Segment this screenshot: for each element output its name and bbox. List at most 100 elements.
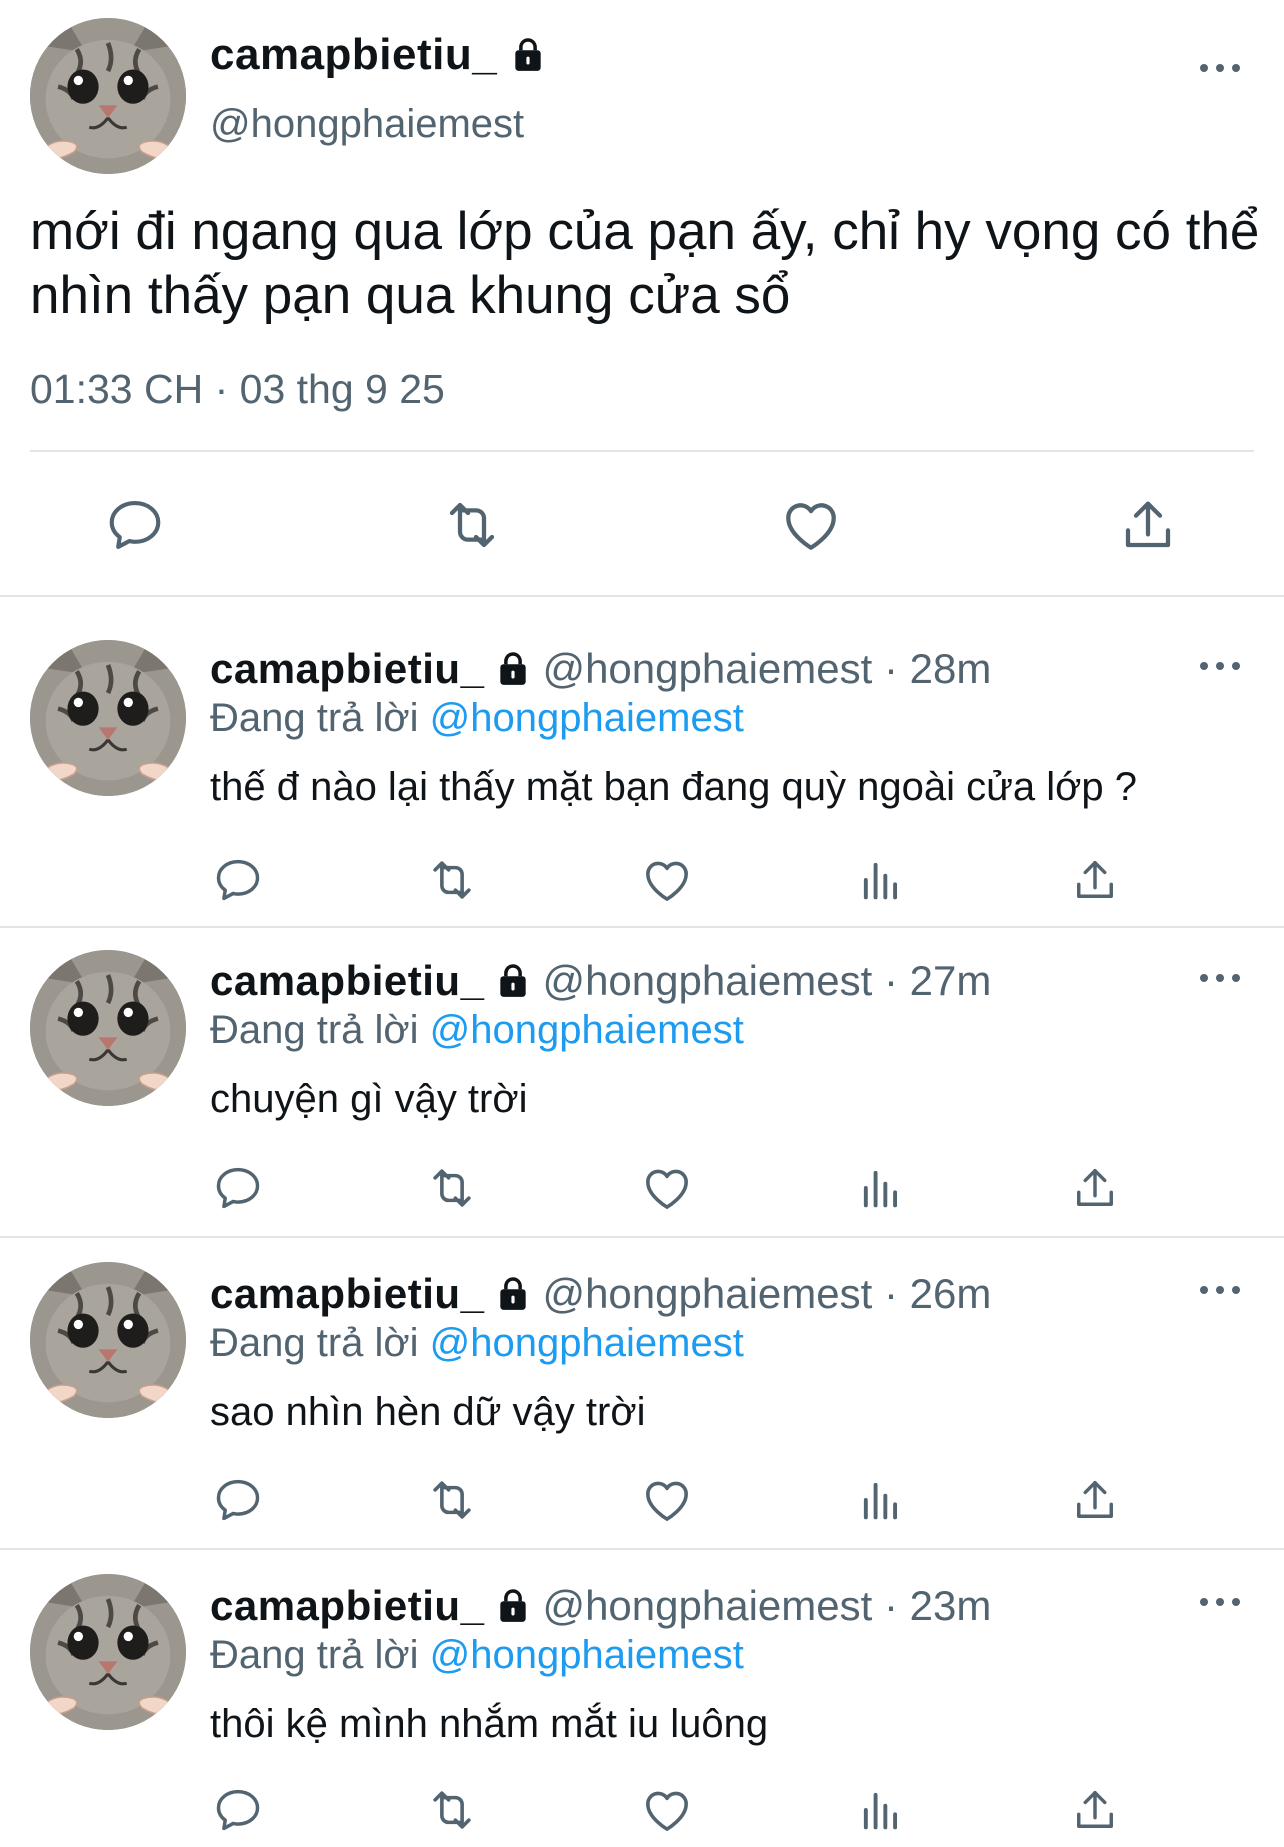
share-icon (1116, 493, 1180, 557)
reply-icon (212, 1474, 264, 1526)
like-button[interactable] (776, 490, 846, 560)
heart-icon (779, 493, 843, 557)
reply-text: sao nhìn hèn dữ vậy trời (210, 1390, 646, 1434)
lock-icon (494, 1586, 532, 1626)
display-name[interactable]: camapbietiu_ (210, 957, 484, 1005)
more-options-icon[interactable] (1196, 656, 1244, 676)
stats-button[interactable] (851, 1158, 911, 1218)
retweet-icon (425, 853, 479, 907)
share-icon (1069, 1784, 1121, 1836)
tweet-timestamp[interactable]: 01:33 CH · 03 thg 9 25 (30, 366, 445, 413)
avatar[interactable] (30, 18, 186, 174)
share-icon (1069, 1474, 1121, 1526)
like-button[interactable] (637, 1158, 697, 1218)
heart-icon (640, 853, 694, 907)
more-options-icon[interactable] (1196, 58, 1244, 78)
replying-to: Đang trả lời @hongphaiemest (210, 1008, 744, 1053)
avatar[interactable] (30, 640, 186, 796)
stats-icon (855, 1162, 907, 1214)
replying-to-mention[interactable]: @hongphaiemest (430, 1633, 744, 1677)
heart-icon (640, 1473, 694, 1527)
tweet-text: mới đi ngang qua lớp của pạn ấy, chỉ hy … (30, 202, 1260, 325)
replying-to-label: Đang trả lời (210, 1008, 419, 1052)
like-button[interactable] (637, 1780, 697, 1840)
share-icon (1069, 1162, 1121, 1214)
share-icon (1069, 854, 1121, 906)
divider (0, 595, 1284, 597)
user-handle[interactable]: @hongphaiemest (210, 102, 524, 147)
retweet-icon (425, 1783, 479, 1837)
handle-and-time[interactable]: @hongphaiemest · 26m (542, 1270, 991, 1318)
reply-text: chuyện gì vậy trời (210, 1077, 528, 1121)
reply-button[interactable] (208, 1780, 268, 1840)
more-options-icon[interactable] (1196, 968, 1244, 988)
lock-icon (494, 649, 532, 689)
handle-and-time[interactable]: @hongphaiemest · 23m (542, 1582, 991, 1630)
reply-text: thôi kệ mình nhắm mắt iu luông (210, 1702, 769, 1746)
retweet-button[interactable] (422, 850, 482, 910)
divider (0, 926, 1284, 928)
display-name[interactable]: camapbietiu_ (210, 645, 484, 693)
more-options-icon[interactable] (1196, 1280, 1244, 1300)
retweet-button[interactable] (422, 1470, 482, 1530)
display-name[interactable]: camapbietiu_ (210, 1582, 484, 1630)
reply-button[interactable] (100, 490, 170, 560)
replying-to: Đang trả lời @hongphaiemest (210, 696, 744, 741)
divider (0, 1548, 1284, 1550)
divider (0, 1236, 1284, 1238)
share-button[interactable] (1065, 1158, 1125, 1218)
cat-avatar-image (30, 640, 186, 796)
retweet-icon (425, 1473, 479, 1527)
handle-and-time[interactable]: @hongphaiemest · 28m (542, 645, 991, 693)
stats-button[interactable] (851, 1470, 911, 1530)
reply-icon (104, 494, 166, 556)
share-button[interactable] (1065, 850, 1125, 910)
reply-icon (212, 1784, 264, 1836)
replying-to-mention[interactable]: @hongphaiemest (430, 1321, 744, 1365)
replying-to-mention[interactable]: @hongphaiemest (430, 1008, 744, 1052)
display-name[interactable]: camapbietiu_ (210, 30, 547, 80)
retweet-button[interactable] (422, 1780, 482, 1840)
reply-text: thế đ nào lại thấy mặt bạn đang quỳ ngoà… (210, 765, 1137, 809)
retweet-button[interactable] (422, 1158, 482, 1218)
cat-avatar-image (30, 1262, 186, 1418)
like-button[interactable] (637, 850, 697, 910)
lock-icon (509, 35, 547, 75)
reply-button[interactable] (208, 1158, 268, 1218)
replying-to-label: Đang trả lời (210, 696, 419, 740)
avatar[interactable] (30, 1262, 186, 1418)
replying-to: Đang trả lời @hongphaiemest (210, 1321, 744, 1366)
replying-to-label: Đang trả lời (210, 1633, 419, 1677)
replying-to-mention[interactable]: @hongphaiemest (430, 696, 744, 740)
lock-icon (494, 1274, 532, 1314)
cat-avatar-image (30, 950, 186, 1106)
share-button[interactable] (1065, 1470, 1125, 1530)
reply-button[interactable] (208, 850, 268, 910)
retweet-icon (425, 1161, 479, 1215)
stats-icon (855, 1784, 907, 1836)
reply-header: camapbietiu_ @hongphaiemest · 27m (210, 957, 991, 1005)
reply-header: camapbietiu_ @hongphaiemest · 28m (210, 645, 991, 693)
stats-button[interactable] (851, 850, 911, 910)
heart-icon (640, 1161, 694, 1215)
display-name[interactable]: camapbietiu_ (210, 1270, 484, 1318)
reply-header: camapbietiu_ @hongphaiemest · 23m (210, 1582, 991, 1630)
lock-icon (494, 961, 532, 1001)
replying-to-label: Đang trả lời (210, 1321, 419, 1365)
retweet-button[interactable] (437, 490, 507, 560)
like-button[interactable] (637, 1470, 697, 1530)
share-button[interactable] (1065, 1780, 1125, 1840)
divider (30, 450, 1254, 452)
avatar[interactable] (30, 1574, 186, 1730)
replying-to: Đang trả lời @hongphaiemest (210, 1633, 744, 1678)
stats-button[interactable] (851, 1780, 911, 1840)
reply-header: camapbietiu_ @hongphaiemest · 26m (210, 1270, 991, 1318)
cat-avatar-image (30, 18, 186, 174)
more-options-icon[interactable] (1196, 1592, 1244, 1612)
handle-and-time[interactable]: @hongphaiemest · 27m (542, 957, 991, 1005)
reply-button[interactable] (208, 1470, 268, 1530)
retweet-icon (440, 493, 504, 557)
avatar[interactable] (30, 950, 186, 1106)
cat-avatar-image (30, 1574, 186, 1730)
share-button[interactable] (1113, 490, 1183, 560)
